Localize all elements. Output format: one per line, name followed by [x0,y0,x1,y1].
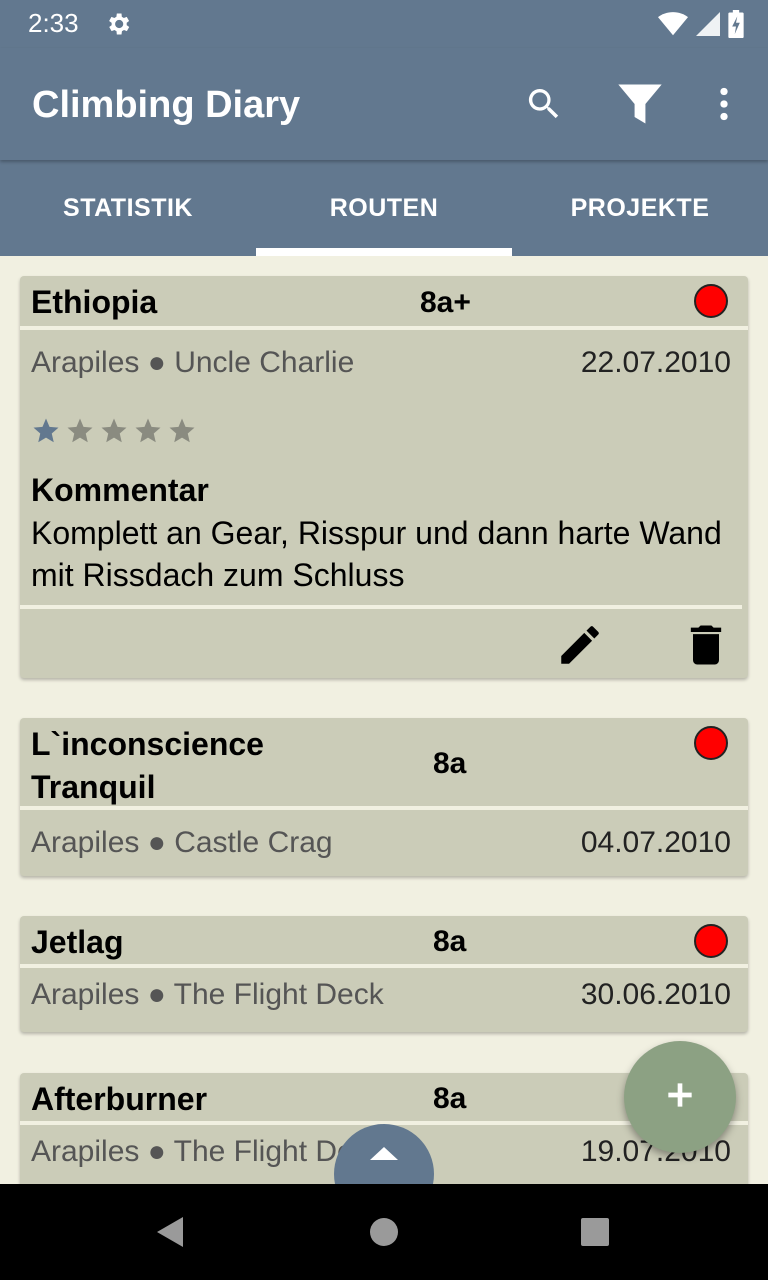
status-time: 2:33 [28,8,79,38]
route-card-header: Ethiopia 8a+ [20,276,748,330]
delete-trash-icon[interactable] [680,619,732,671]
more-vert-icon[interactable] [696,76,752,132]
plus-icon [666,1081,694,1114]
comment-text: Komplett an Gear, Risspur und dann harte… [31,515,722,593]
ascent-style-dot [694,924,728,958]
recents-icon[interactable] [571,1208,619,1256]
back-icon[interactable] [146,1208,194,1256]
route-grade: 8a+ [420,286,471,319]
home-icon[interactable] [360,1208,408,1256]
route-grade: 8a [433,925,467,958]
route-info: Arapiles ● Uncle Charlie 22.07.2010 [20,330,748,396]
route-card-header: Jetlag 8a [20,916,748,968]
app-title: Climbing Diary [32,84,301,126]
star-icon [135,418,161,443]
system-nav-bar [0,1184,768,1280]
tab-bar: STATISTIK ROUTEN PROJEKTE [0,160,768,256]
search-icon[interactable] [516,76,572,132]
route-date: 04.07.2010 [580,826,731,859]
star-icon [101,418,127,443]
ascent-style-dot [694,284,728,318]
tab-statistik[interactable]: STATISTIK [0,160,256,256]
star-icon [67,418,93,443]
filter-icon[interactable] [612,76,668,132]
route-card[interactable]: Ethiopia 8a+ Arapiles ● Uncle Charlie 22… [20,276,748,678]
comment-heading: Kommentar [31,472,209,508]
app-bar: Climbing Diary [0,48,768,160]
route-info: Arapiles ● Castle Crag 04.07.2010 [20,810,748,876]
ascent-style-dot [694,726,728,760]
route-name: L`inconscience Tranquil [31,726,264,805]
route-location: Arapiles ● Castle Crag [31,826,333,859]
route-grade: 8a [433,747,467,780]
route-date: 30.06.2010 [580,978,731,1011]
wifi-icon [658,11,688,42]
route-location: Arapiles ● The Flight Deck [31,1135,384,1168]
tab-projekte[interactable]: PROJEKTE [512,160,768,256]
tab-routen[interactable]: ROUTEN [256,160,512,256]
route-card[interactable]: Jetlag 8a Arapiles ● The Flight Deck 30.… [20,916,748,1032]
star-icon [169,418,195,443]
card-divider [20,605,742,609]
route-grade: 8a [433,1082,467,1115]
route-name: Jetlag [31,924,124,960]
route-info: Arapiles ● The Flight Deck 30.06.2010 [20,968,748,1028]
edit-pencil-icon[interactable] [554,619,606,671]
settings-gear-icon [104,10,132,43]
battery-icon [728,10,744,43]
status-bar: 2:33 [0,0,768,48]
route-date: 22.07.2010 [580,346,731,379]
route-list[interactable]: Ethiopia 8a+ Arapiles ● Uncle Charlie 22… [0,256,768,1184]
route-name: Ethiopia [31,284,158,320]
route-location: Arapiles ● Uncle Charlie [31,346,355,379]
route-location: Arapiles ● The Flight Deck [31,978,384,1011]
add-route-button[interactable] [624,1041,736,1153]
route-card[interactable]: L`inconscience Tranquil 8a Arapiles ● Ca… [20,718,748,876]
rating-stars [31,416,197,446]
route-name: Afterburner [31,1081,208,1117]
star-icon [33,418,59,443]
cell-signal-icon [696,11,720,42]
route-card-header: L`inconscience Tranquil 8a [20,718,748,810]
